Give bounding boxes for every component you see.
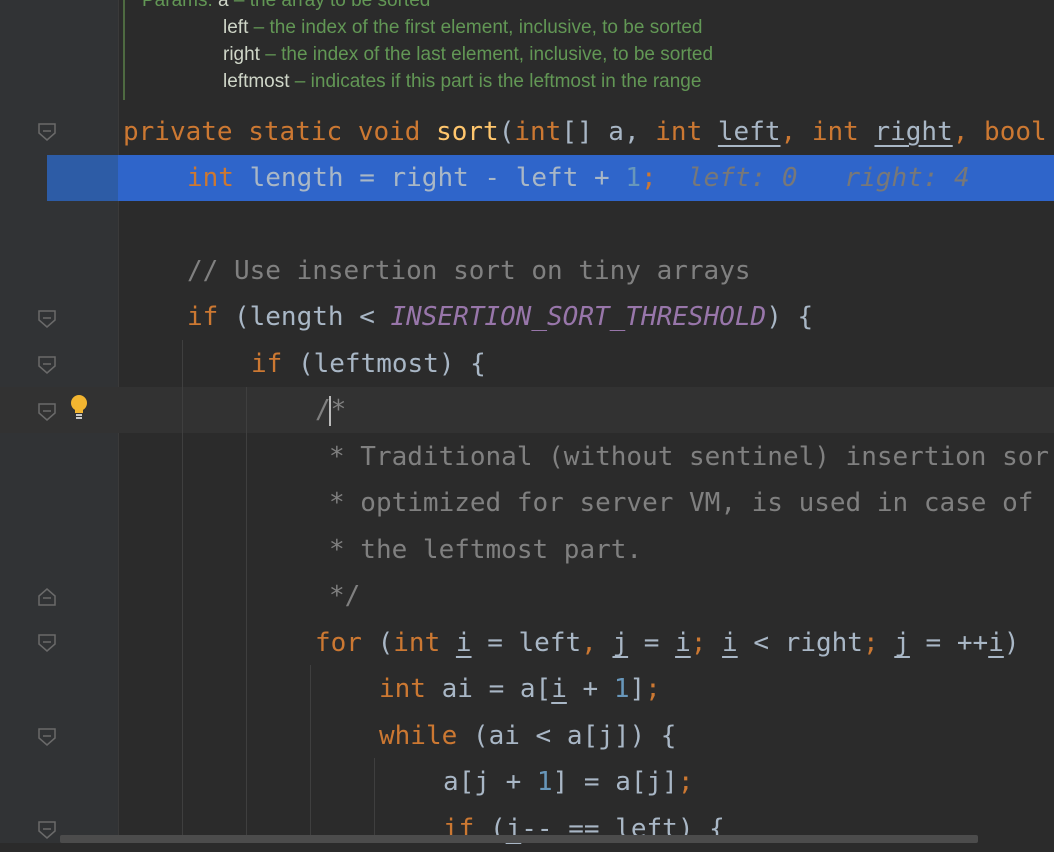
horizontal-scrollbar[interactable] <box>60 835 978 843</box>
code-line-comment: // Use insertion sort on tiny arrays <box>187 256 751 286</box>
code-line-length: int length = right - left + 1; left: 0 r… <box>187 163 970 193</box>
code-line-ai: int ai = a[i + 1]; <box>379 674 661 704</box>
code-line-while: while (ai < a[j]) { <box>379 721 677 751</box>
text-cursor <box>329 396 331 426</box>
code-line-block-comment: * Traditional (without sentinel) inserti… <box>329 442 1050 472</box>
code-line-if-leftmost: if (leftmost) { <box>251 349 486 379</box>
code-line-assign: a[j + 1] = a[j]; <box>443 767 694 797</box>
code-editor[interactable]: private static void sort(int[] a, int le… <box>0 0 1054 844</box>
code-line-for: for (int i = left, j = i; i < right; j =… <box>315 628 1036 658</box>
inline-debug-value: right: 4 <box>844 163 970 193</box>
code-line-if-decrement: if (j-- == left) { <box>443 814 725 844</box>
code-line-block-comment-end: */ <box>329 581 361 611</box>
code-line-block-comment: * the leftmost part. <box>329 535 643 565</box>
code-line-signature: private static void sort(int[] a, int le… <box>123 117 1047 147</box>
inline-debug-value: left: 0 <box>687 163 798 193</box>
code-line-block-comment: * optimized for server VM, is used in ca… <box>329 488 1034 518</box>
code-line-if-threshold: if (length < INSERTION_SORT_THRESHOLD) { <box>187 302 814 332</box>
